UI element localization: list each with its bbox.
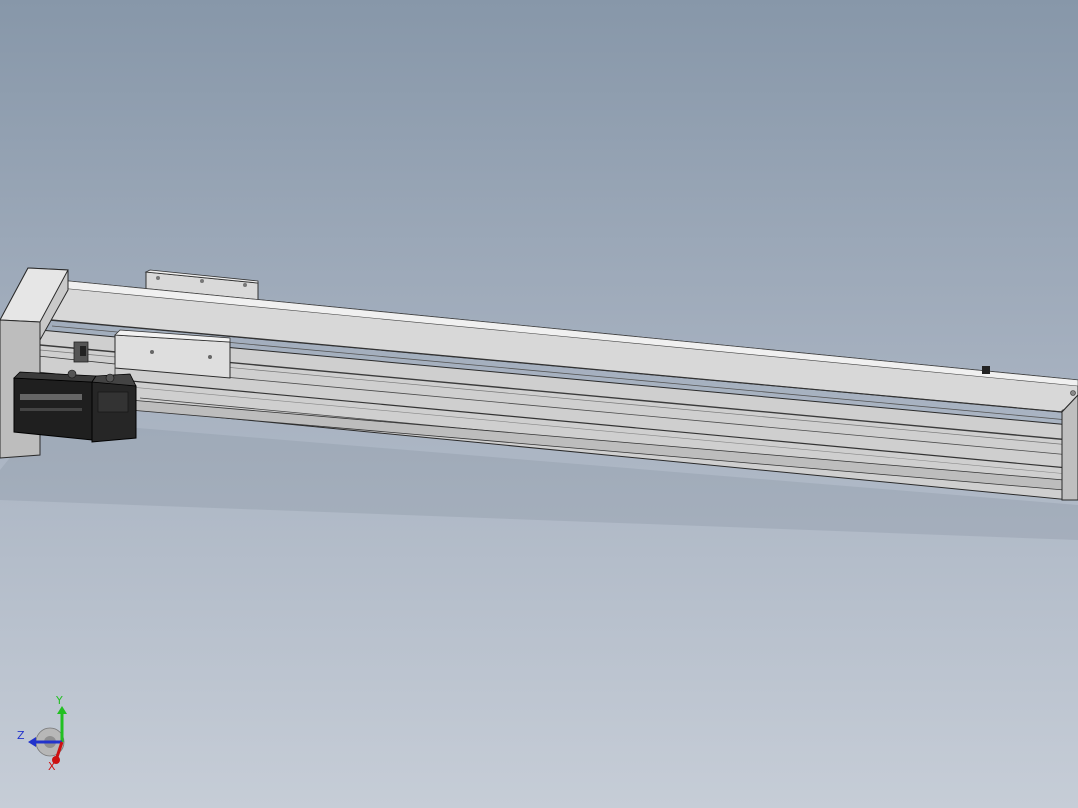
y-axis-label: Y xyxy=(55,694,63,707)
rail-screw-hole xyxy=(1070,390,1076,396)
view-orientation-triad[interactable]: Y Z X xyxy=(14,692,74,772)
stepper-motor[interactable] xyxy=(13,369,137,443)
z-axis-label: Z xyxy=(17,729,25,742)
cad-model-linear-actuator[interactable] xyxy=(0,0,1078,808)
x-axis-label: X xyxy=(48,760,56,772)
graphics-viewport[interactable]: Y Z X xyxy=(0,0,1078,808)
